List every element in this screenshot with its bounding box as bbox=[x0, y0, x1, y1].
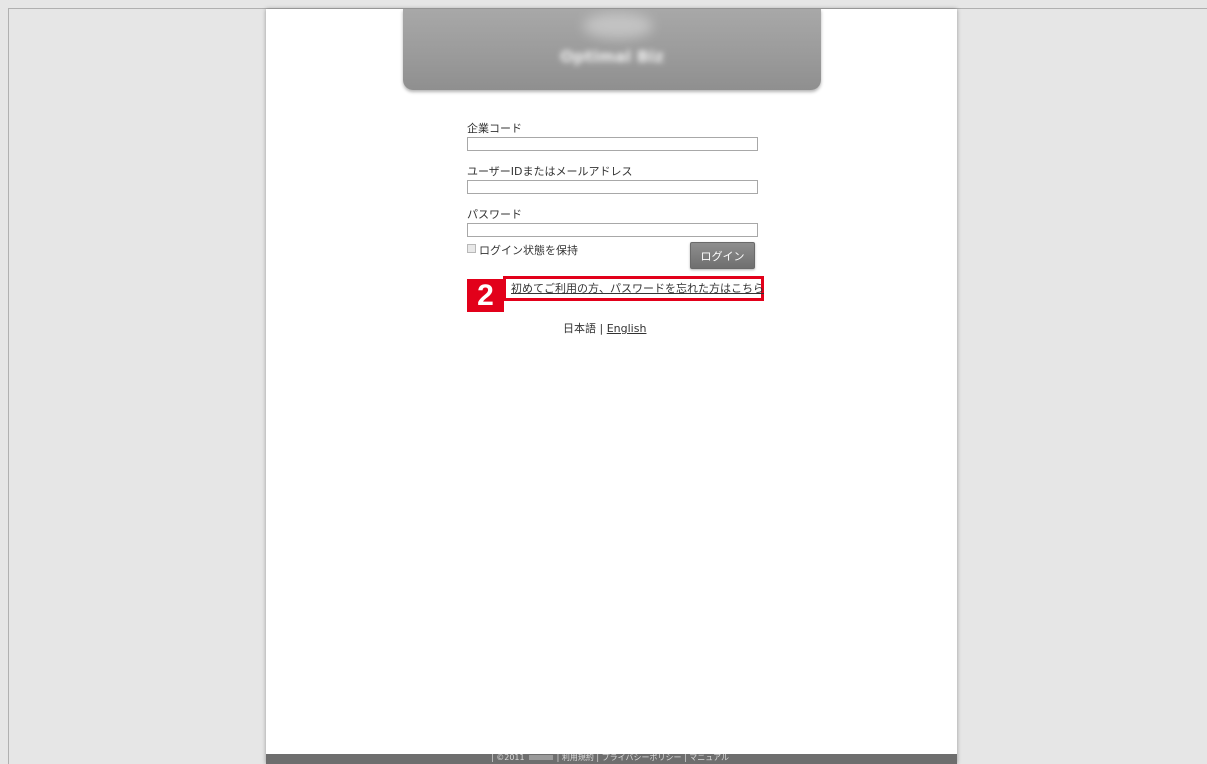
remember-label: ログイン状態を保持 bbox=[479, 244, 578, 257]
footer-manual-link[interactable]: | マニュアル bbox=[684, 754, 729, 762]
product-logo: Optimal Biz bbox=[560, 47, 664, 66]
language-english-link[interactable]: English bbox=[607, 322, 647, 335]
language-switcher: 日本語 | English bbox=[563, 322, 646, 336]
password-label: パスワード bbox=[467, 208, 522, 221]
login-page: Optimal Biz 企業コード ユーザーIDまたはメールアドレス パスワード… bbox=[266, 9, 957, 764]
footer-privacy-link[interactable]: | プライバシーポリシー bbox=[596, 754, 681, 762]
user-id-label: ユーザーIDまたはメールアドレス bbox=[467, 165, 633, 178]
logo-glow bbox=[583, 13, 653, 39]
language-japanese: 日本語 bbox=[563, 322, 596, 335]
remember-login[interactable]: ログイン状態を保持 bbox=[467, 244, 578, 258]
company-code-input[interactable] bbox=[467, 137, 758, 151]
password-input[interactable] bbox=[467, 223, 758, 237]
footer: | ©2011 | 利用規約 | プライバシーポリシー | マニュアル bbox=[266, 754, 957, 764]
footer-terms-link[interactable]: | 利用規約 bbox=[557, 754, 594, 762]
language-separator: | bbox=[599, 322, 604, 335]
remember-checkbox[interactable] bbox=[467, 244, 476, 253]
header-banner: Optimal Biz bbox=[403, 9, 821, 90]
footer-logo bbox=[528, 755, 553, 760]
first-time-forgot-password-link[interactable]: 初めてご利用の方、パスワードを忘れた方はこちら bbox=[511, 282, 764, 296]
login-button[interactable]: ログイン bbox=[690, 242, 755, 269]
user-id-input[interactable] bbox=[467, 180, 758, 194]
company-code-label: 企業コード bbox=[467, 122, 522, 135]
footer-copyright: | ©2011 bbox=[491, 754, 525, 762]
step-badge: 2 bbox=[467, 279, 504, 312]
